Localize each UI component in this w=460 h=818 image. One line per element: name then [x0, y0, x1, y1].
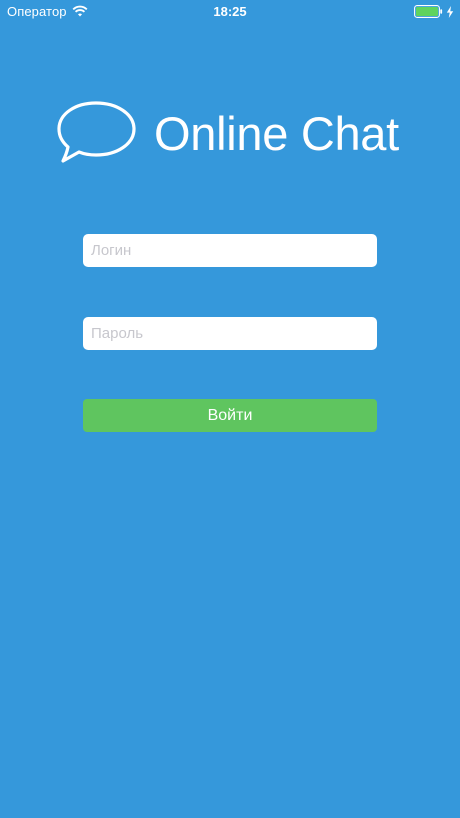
login-input[interactable] — [83, 234, 377, 267]
app-title: Online Chat — [154, 107, 399, 160]
status-right — [414, 5, 454, 18]
chat-bubble-icon — [57, 101, 136, 163]
status-bar: Оператор 18:25 — [0, 0, 460, 24]
status-time: 18:25 — [213, 4, 247, 19]
password-input[interactable] — [83, 317, 377, 350]
app-logo: Online Chat — [57, 100, 407, 166]
battery-icon — [414, 5, 443, 18]
charging-bolt-icon — [446, 5, 454, 18]
login-button[interactable]: Войти — [83, 399, 377, 432]
